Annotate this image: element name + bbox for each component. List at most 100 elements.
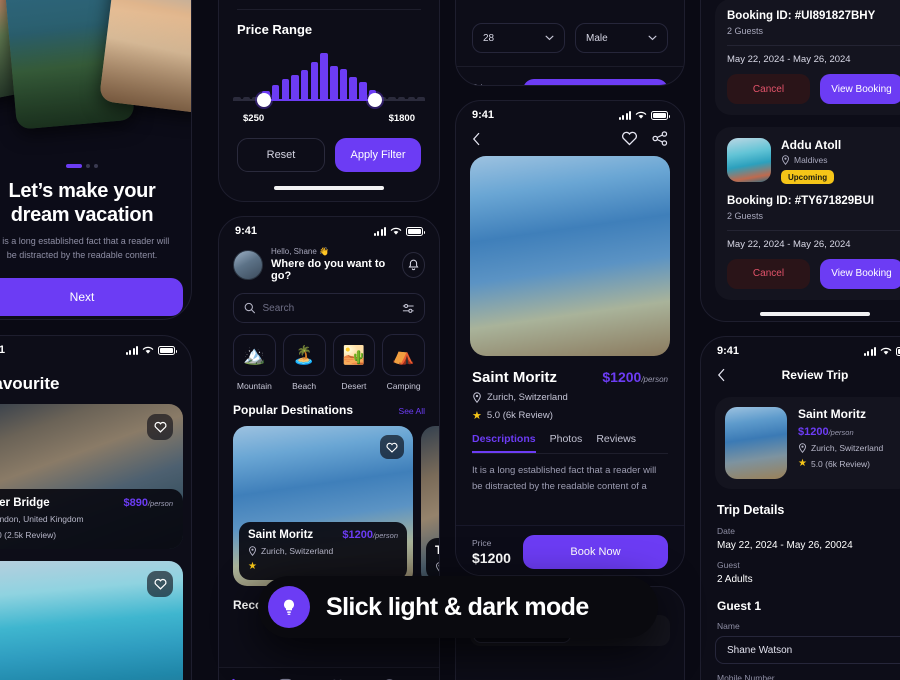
- status-icons: [863, 346, 900, 356]
- favourite-card[interactable]: Tower Bridge $890/person London, United …: [0, 404, 183, 549]
- destination-carousel[interactable]: Saint Moritz $1200/person Zurich, Switze…: [219, 417, 439, 586]
- search-bar[interactable]: [233, 293, 425, 323]
- filter-option-high-price[interactable]: High Price: [219, 0, 439, 5]
- gender-value: Male: [586, 32, 608, 44]
- destination-price: $1200/person: [342, 529, 398, 541]
- guest-mobile-row: Mobile Number: [701, 664, 900, 680]
- detail-header: Saint Moritz $1200/person: [456, 356, 684, 386]
- histogram-bar: [281, 79, 290, 99]
- search-input[interactable]: [262, 302, 395, 314]
- carousel-dot-1[interactable]: [66, 164, 82, 168]
- signal-icon: [863, 346, 876, 356]
- booking-card: Booking ID: #UI891827BHY 2 Guests May 22…: [715, 0, 900, 115]
- slider-knob-max[interactable]: [368, 93, 382, 107]
- category-camping[interactable]: ⛺ Camping: [382, 334, 425, 391]
- section-title: Popular Destinations: [233, 403, 354, 417]
- histogram-bar: [339, 68, 348, 99]
- price-histogram[interactable]: [233, 49, 425, 111]
- destination-name: Tow: [435, 545, 439, 557]
- category-mountain[interactable]: 🏔️ Mountain: [233, 334, 276, 391]
- heart-icon[interactable]: [621, 131, 638, 146]
- reset-button[interactable]: Reset: [237, 138, 325, 172]
- favourite-card[interactable]: [0, 561, 183, 680]
- heart-icon[interactable]: [147, 571, 173, 597]
- star-icon: ★: [248, 561, 257, 572]
- histogram-bars: [233, 51, 425, 99]
- pin-icon: [473, 392, 481, 403]
- view-booking-button[interactable]: View Booking: [820, 258, 900, 289]
- chevron-down-icon: [545, 35, 554, 41]
- favourite-card-info: Tower Bridge $890/person London, United …: [0, 489, 183, 549]
- guest-label: Guest: [717, 560, 740, 570]
- booking-guests: 2 Guests: [727, 210, 764, 221]
- view-booking-button[interactable]: View Booking: [820, 74, 900, 104]
- battery-icon: [406, 226, 425, 236]
- name-field[interactable]: Shane Watson: [715, 636, 900, 664]
- tab-photos[interactable]: Photos: [550, 433, 583, 453]
- guest-name-row: Name: [701, 613, 900, 631]
- onboarding-subtitle: It is a long established fact that a rea…: [0, 236, 170, 260]
- confirm-booking-button[interactable]: Confirm Booking: [522, 79, 668, 85]
- destination-rating-row: ★: [248, 561, 398, 572]
- apply-filter-button[interactable]: Apply Filter: [335, 138, 421, 172]
- next-button[interactable]: Next: [0, 278, 183, 317]
- share-icon[interactable]: [652, 131, 668, 146]
- histogram-bar: [310, 62, 319, 99]
- onboarding-title: Let’s make your dream vacation: [8, 180, 156, 226]
- see-all-link[interactable]: See All: [399, 406, 425, 416]
- bulb-icon: [268, 586, 310, 628]
- mobile-label: Mobile Number: [717, 673, 775, 680]
- guest1-title: Guest 1: [717, 599, 762, 613]
- pin-icon: [799, 443, 806, 453]
- trip-per: /person: [828, 428, 854, 437]
- name-label: Name: [717, 621, 740, 631]
- battery-icon: [158, 345, 177, 355]
- carousel-dot-3[interactable]: [94, 164, 98, 168]
- favourite-location: London, United Kingdom: [0, 514, 84, 524]
- page-title: Favourite: [0, 374, 60, 393]
- booking-card: Addu Atoll Maldives Upcoming Booking ID:…: [715, 127, 900, 300]
- notification-bell-icon[interactable]: [401, 251, 425, 278]
- category-list: 🏔️ Mountain 🏝️ Beach 🏜️ Desert ⛺ Camping: [219, 323, 439, 391]
- gender-select[interactable]: Male: [575, 23, 668, 53]
- filter-icon[interactable]: [402, 303, 414, 314]
- back-icon[interactable]: [472, 132, 481, 146]
- status-bar: 9:41: [456, 101, 684, 125]
- slider-knob-min[interactable]: [256, 93, 271, 107]
- favourite-rating-row: ★ 5.0 (2.5k Review): [0, 529, 173, 540]
- carousel-dot-2[interactable]: [86, 164, 90, 168]
- detail-rating-row: ★ 5.0 (6k Review): [456, 403, 684, 422]
- battery-icon: [651, 110, 670, 120]
- carousel-dots[interactable]: [0, 164, 191, 168]
- price-label: Price: [472, 538, 492, 548]
- collage-photo-airplane-wing: [98, 0, 191, 114]
- onboarding-photo-collage: [0, 0, 191, 156]
- heart-icon[interactable]: [380, 435, 404, 459]
- destination-card[interactable]: Saint Moritz $1200/person Zurich, Switze…: [233, 426, 413, 586]
- pin-icon: [782, 155, 789, 165]
- age-select[interactable]: 28: [472, 23, 565, 53]
- callout-text: Slick light & dark mode: [326, 592, 589, 621]
- destination-card[interactable]: Tow: [421, 426, 439, 586]
- booking-id: Booking ID: #TY671829BUI: [727, 194, 874, 207]
- tab-reviews[interactable]: Reviews: [596, 433, 636, 453]
- page-title: Review Trip: [781, 368, 849, 382]
- destination-rating: 5.0 (6k Review): [486, 410, 553, 421]
- cancel-button[interactable]: Cancel: [727, 258, 810, 289]
- battery-icon: [896, 346, 900, 356]
- favourite-rating: 5.0 (2.5k Review): [0, 529, 57, 540]
- status-time: 9:41: [235, 225, 258, 237]
- mountain-icon: 🏔️: [233, 334, 276, 376]
- favourite-screen: 9:41 Favourite Tower Bridge $890/person: [0, 335, 192, 680]
- tab-descriptions[interactable]: Descriptions: [472, 433, 536, 453]
- category-beach[interactable]: 🏝️ Beach: [282, 334, 326, 391]
- min-price-label: $250: [243, 113, 265, 124]
- book-now-button[interactable]: Book Now: [522, 535, 668, 569]
- wifi-icon: [880, 347, 892, 355]
- heart-icon[interactable]: [147, 414, 173, 440]
- avatar[interactable]: [233, 249, 263, 280]
- cancel-button[interactable]: Cancel: [727, 74, 810, 104]
- category-label: Camping: [386, 381, 421, 391]
- trip-date-row: Date May 22, 2024 - May 26, 20024 Ed: [701, 517, 900, 551]
- category-desert[interactable]: 🏜️ Desert: [332, 334, 376, 391]
